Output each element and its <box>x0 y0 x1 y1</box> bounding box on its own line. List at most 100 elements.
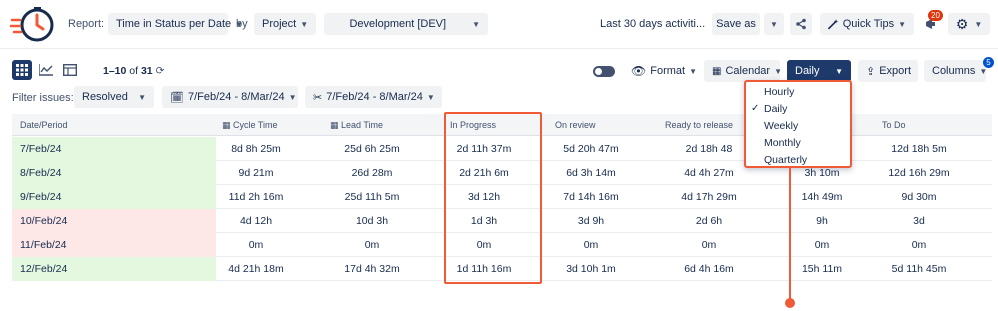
interval-option-label: Weekly <box>764 120 799 132</box>
column-header-to-do[interactable]: To Do <box>882 114 906 136</box>
column-header-cycle-time[interactable]: ▦ Cycle Time <box>222 114 278 136</box>
filter-issues-label: Filter issues: <box>12 92 74 104</box>
table-cell: 0m <box>248 239 264 251</box>
callout-dot <box>785 298 795 308</box>
chevron-down-icon: ▼ <box>288 92 297 102</box>
chevron-down-icon: ▼ <box>979 66 988 76</box>
chevron-down-icon: ▼ <box>835 66 843 76</box>
report-select-value: Time in Status per Date <box>116 18 232 30</box>
table-cell: 8d 8h 25m <box>231 143 281 155</box>
table-cell: 0m <box>911 239 927 251</box>
table-cell: 5d 20h 47m <box>563 143 619 155</box>
interval-option-monthly[interactable]: Monthly <box>746 134 850 152</box>
calendar-button[interactable]: ▦ Calendar ▼ <box>704 60 783 82</box>
table-view-button[interactable] <box>60 60 80 80</box>
chevron-down-icon: ▼ <box>138 92 146 102</box>
refresh-icon[interactable]: ⟳ <box>156 65 165 77</box>
chevron-down-icon: ▼ <box>898 19 906 29</box>
table-cell: 6d 4h 16m <box>684 263 734 275</box>
table-cell: 10d 3h <box>355 215 389 227</box>
callout-line <box>789 168 791 302</box>
table-cell: 25d 6h 25m <box>344 143 400 155</box>
interval-option-label: Hourly <box>764 86 795 98</box>
columns-count-badge: 5 <box>983 57 994 68</box>
interval-option-weekly[interactable]: Weekly <box>746 117 850 135</box>
magic-wand-icon <box>828 19 839 30</box>
pagination-info: 1–10 of 31 ⟳ <box>103 65 164 77</box>
gear-icon: ⚙ <box>955 15 969 32</box>
column-header-date[interactable]: Date/Period <box>20 114 68 136</box>
table-cell: 6d 3h 14m <box>566 167 616 179</box>
period-select[interactable]: Last 30 days activiti... <box>592 13 706 35</box>
table-cell: 5d 11h 45m <box>891 263 947 275</box>
chevron-down-icon: ▼ <box>426 92 435 102</box>
column-header-on-review[interactable]: On review <box>555 114 596 136</box>
settings-button[interactable]: ⚙ ▼ <box>948 13 990 35</box>
columns-button[interactable]: Columns ▼ <box>924 60 988 82</box>
chevron-down-icon: ▼ <box>689 66 697 76</box>
chevron-down-icon: ▼ <box>974 19 983 29</box>
interval-select[interactable]: Daily ▼ <box>787 60 851 82</box>
period-select-value: Last 30 days activiti... <box>600 18 706 30</box>
table-cell: 0m <box>364 239 380 251</box>
table-cell: 26d 28m <box>351 167 393 179</box>
table-cell: 0m <box>701 239 717 251</box>
pagination-total: 31 <box>140 65 153 77</box>
table-cell: 3d 9h <box>577 215 605 227</box>
calendar-icon: ▦ <box>712 65 722 77</box>
status-filter-value: Resolved <box>82 91 128 103</box>
share-button[interactable] <box>790 13 812 35</box>
calendar-label: Calendar <box>725 65 771 77</box>
column-header-lead-time[interactable]: ▦ Lead Time <box>330 114 383 136</box>
table-cell: 12d 18h 5m <box>891 143 947 155</box>
table-cell: 7d 14h 16m <box>563 191 619 203</box>
table-cell: 9d 30m <box>901 191 937 203</box>
save-as-label: Save as <box>716 18 756 30</box>
app-logo-icon <box>8 6 56 44</box>
save-as-button[interactable]: Save as <box>712 13 760 35</box>
created-date-filter[interactable]: ✂ 7/Feb/24 - 8/Mar/24 ▼ <box>305 86 442 108</box>
grid-icon <box>16 64 28 76</box>
table-cell: 11d 2h 16m <box>228 191 284 203</box>
by-label: by <box>236 18 248 30</box>
interval-select-value: Daily <box>795 65 820 77</box>
notification-count-badge: 20 <box>928 10 943 21</box>
share-icon <box>796 18 806 30</box>
date-cell: 10/Feb/24 <box>12 209 216 233</box>
checkmark-icon: ✓ <box>751 103 760 114</box>
chevron-down-icon: ▼ <box>774 66 783 76</box>
status-filter-select[interactable]: Resolved ▼ <box>74 86 154 108</box>
date-cell: 11/Feb/24 <box>12 233 216 257</box>
export-button[interactable]: ⇪ Export <box>858 60 918 82</box>
interval-option-label: Monthly <box>764 137 801 149</box>
table-cell: 0m <box>583 239 599 251</box>
format-button[interactable]: 👁 Format ▼ <box>622 60 697 82</box>
chevron-down-icon: ▼ <box>770 19 778 29</box>
columns-label: Columns <box>932 65 976 77</box>
report-label: Report: <box>68 18 105 30</box>
grid-icon: ▦ <box>222 120 231 130</box>
date-cell: 7/Feb/24 <box>12 137 216 161</box>
date-cell: 8/Feb/24 <box>12 161 216 185</box>
grid-view-button[interactable] <box>12 60 32 80</box>
interval-dropdown-menu: Hourly ✓ Daily Weekly Monthly Quarterly <box>744 80 852 168</box>
interval-option-quarterly[interactable]: Quarterly <box>746 151 850 169</box>
report-select[interactable]: Time in Status per Date ▼ <box>108 13 243 35</box>
group-by-value: Project <box>262 18 297 30</box>
quick-tips-button[interactable]: Quick Tips ▼ <box>820 13 914 35</box>
resolved-date-filter[interactable]: 🗓 7/Feb/24 - 8/Mar/24 ▼ <box>162 86 298 108</box>
interval-option-daily[interactable]: ✓ Daily <box>746 100 850 118</box>
table-cell: 3d 10h 1m <box>566 263 616 275</box>
interval-option-label: Daily <box>764 103 788 115</box>
table-cell: 4d 17h 29m <box>681 191 737 203</box>
group-by-select[interactable]: Project ▼ <box>254 13 316 35</box>
project-select[interactable]: Development [DEV] ▼ <box>324 13 488 35</box>
toggle-switch[interactable] <box>593 66 615 77</box>
interval-option-hourly[interactable]: Hourly <box>746 83 850 101</box>
calendar-clock-icon: 🗓 <box>170 91 184 104</box>
column-header-ready-to-release[interactable]: Ready to release <box>665 114 733 136</box>
save-options-button[interactable]: ▼ <box>764 13 784 35</box>
table-cell: 4d 21h 18m <box>228 263 284 275</box>
chart-view-button[interactable] <box>36 60 56 80</box>
table-cell: 14h 49m <box>801 191 843 203</box>
